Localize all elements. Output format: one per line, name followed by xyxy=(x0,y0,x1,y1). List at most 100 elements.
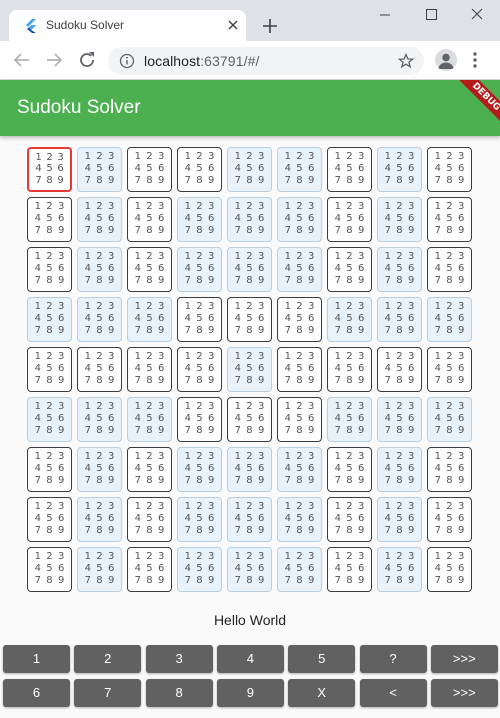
sudoku-cell-r7-c7[interactable]: 123 456 789 xyxy=(327,447,372,492)
sudoku-cell-r3-c7[interactable]: 123 456 789 xyxy=(327,247,372,292)
key-1-button[interactable]: 1 xyxy=(3,645,70,673)
bookmark-star-icon[interactable] xyxy=(398,53,414,69)
sudoku-cell-r6-c3[interactable]: 123 456 789 xyxy=(127,397,172,442)
sudoku-cell-r5-c8[interactable]: 123 456 789 xyxy=(377,347,422,392)
sudoku-cell-r7-c8[interactable]: 123 456 789 xyxy=(377,447,422,492)
key-8-button[interactable]: 8 xyxy=(145,679,213,707)
sudoku-cell-r1-c6[interactable]: 123 456 789 xyxy=(277,147,322,192)
sudoku-cell-r8-c2[interactable]: 123 456 789 xyxy=(77,497,122,542)
sudoku-cell-r2-c6[interactable]: 123 456 789 xyxy=(277,197,322,242)
new-tab-icon[interactable] xyxy=(258,14,282,38)
sudoku-cell-r3-c9[interactable]: 123 456 789 xyxy=(427,247,472,292)
sudoku-cell-r9-c9[interactable]: 123 456 789 xyxy=(427,547,472,592)
sudoku-cell-r9-c1[interactable]: 123 456 789 xyxy=(27,547,72,592)
sudoku-cell-r8-c1[interactable]: 123 456 789 xyxy=(27,497,72,542)
sudoku-cell-r7-c1[interactable]: 123 456 789 xyxy=(27,447,72,492)
sudoku-cell-r4-c8[interactable]: 123 456 789 xyxy=(377,297,422,342)
sudoku-cell-r9-c5[interactable]: 123 456 789 xyxy=(227,547,272,592)
sudoku-cell-r2-c9[interactable]: 123 456 789 xyxy=(427,197,472,242)
info-icon[interactable] xyxy=(119,53,135,69)
sudoku-cell-r7-c5[interactable]: 123 456 789 xyxy=(227,447,272,492)
browser-tab[interactable]: Sudoku Solver xyxy=(9,10,246,41)
sudoku-cell-r9-c4[interactable]: 123 456 789 xyxy=(177,547,222,592)
sudoku-cell-r3-c4[interactable]: 123 456 789 xyxy=(177,247,222,292)
sudoku-cell-r8-c4[interactable]: 123 456 789 xyxy=(177,497,222,542)
sudoku-cell-r1-c4[interactable]: 123 456 789 xyxy=(177,147,222,192)
sudoku-cell-r1-c9[interactable]: 123 456 789 xyxy=(427,147,472,192)
sudoku-cell-r4-c4[interactable]: 123 456 789 xyxy=(177,297,222,342)
sudoku-cell-r6-c9[interactable]: 123 456 789 xyxy=(427,397,472,442)
sudoku-cell-r3-c1[interactable]: 123 456 789 xyxy=(27,247,72,292)
reload-icon[interactable] xyxy=(75,48,99,72)
sudoku-cell-r1-c3[interactable]: 123 456 789 xyxy=(127,147,172,192)
sudoku-cell-r4-c3[interactable]: 123 456 789 xyxy=(127,297,172,342)
key-2-button[interactable]: 2 xyxy=(74,645,142,673)
key-next-button[interactable]: >>> xyxy=(430,645,498,673)
window-close-icon[interactable] xyxy=(454,0,500,30)
key-next-button[interactable]: >>> xyxy=(430,679,498,707)
forward-icon[interactable] xyxy=(42,48,66,72)
key-clear-button[interactable]: X xyxy=(288,679,356,707)
sudoku-cell-r4-c6[interactable]: 123 456 789 xyxy=(277,297,322,342)
sudoku-cell-r6-c4[interactable]: 123 456 789 xyxy=(177,397,222,442)
sudoku-cell-r4-c2[interactable]: 123 456 789 xyxy=(77,297,122,342)
address-bar[interactable]: localhost:63791/#/ xyxy=(108,47,424,75)
sudoku-cell-r7-c3[interactable]: 123 456 789 xyxy=(127,447,172,492)
key-7-button[interactable]: 7 xyxy=(74,679,142,707)
key-9-button[interactable]: 9 xyxy=(216,679,284,707)
sudoku-cell-r9-c7[interactable]: 123 456 789 xyxy=(327,547,372,592)
sudoku-cell-r5-c6[interactable]: 123 456 789 xyxy=(277,347,322,392)
sudoku-cell-r3-c6[interactable]: 123 456 789 xyxy=(277,247,322,292)
sudoku-cell-r1-c8[interactable]: 123 456 789 xyxy=(377,147,422,192)
key-5-button[interactable]: 5 xyxy=(288,645,356,673)
sudoku-cell-r9-c3[interactable]: 123 456 789 xyxy=(127,547,172,592)
sudoku-cell-r2-c1[interactable]: 123 456 789 xyxy=(27,197,72,242)
sudoku-cell-r2-c7[interactable]: 123 456 789 xyxy=(327,197,372,242)
sudoku-cell-r8-c8[interactable]: 123 456 789 xyxy=(377,497,422,542)
key-3-button[interactable]: 3 xyxy=(145,645,213,673)
sudoku-cell-r4-c9[interactable]: 123 456 789 xyxy=(427,297,472,342)
sudoku-cell-r1-c2[interactable]: 123 456 789 xyxy=(77,147,122,192)
profile-avatar-icon[interactable] xyxy=(435,49,457,71)
sudoku-cell-r7-c2[interactable]: 123 456 789 xyxy=(77,447,122,492)
sudoku-cell-r6-c7[interactable]: 123 456 789 xyxy=(327,397,372,442)
sudoku-cell-r7-c9[interactable]: 123 456 789 xyxy=(427,447,472,492)
sudoku-cell-r5-c9[interactable]: 123 456 789 xyxy=(427,347,472,392)
sudoku-cell-r1-c5[interactable]: 123 456 789 xyxy=(227,147,272,192)
more-menu-icon[interactable] xyxy=(466,49,484,71)
sudoku-cell-r7-c6[interactable]: 123 456 789 xyxy=(277,447,322,492)
sudoku-cell-r4-c7[interactable]: 123 456 789 xyxy=(327,297,372,342)
sudoku-cell-r7-c4[interactable]: 123 456 789 xyxy=(177,447,222,492)
sudoku-cell-r3-c5[interactable]: 123 456 789 xyxy=(227,247,272,292)
sudoku-cell-r2-c8[interactable]: 123 456 789 xyxy=(377,197,422,242)
sudoku-cell-r5-c1[interactable]: 123 456 789 xyxy=(27,347,72,392)
key-hint-button[interactable]: ? xyxy=(359,645,427,673)
sudoku-cell-r3-c2[interactable]: 123 456 789 xyxy=(77,247,122,292)
sudoku-cell-r3-c8[interactable]: 123 456 789 xyxy=(377,247,422,292)
sudoku-cell-r6-c1[interactable]: 123 456 789 xyxy=(27,397,72,442)
sudoku-cell-r6-c5[interactable]: 123 456 789 xyxy=(227,397,272,442)
sudoku-cell-r2-c5[interactable]: 123 456 789 xyxy=(227,197,272,242)
key-back-button[interactable]: < xyxy=(359,679,427,707)
sudoku-cell-r5-c2[interactable]: 123 456 789 xyxy=(77,347,122,392)
sudoku-cell-r2-c4[interactable]: 123 456 789 xyxy=(177,197,222,242)
sudoku-cell-r9-c8[interactable]: 123 456 789 xyxy=(377,547,422,592)
sudoku-cell-r8-c9[interactable]: 123 456 789 xyxy=(427,497,472,542)
minimize-icon[interactable] xyxy=(362,0,408,30)
sudoku-cell-r9-c6[interactable]: 123 456 789 xyxy=(277,547,322,592)
sudoku-cell-r5-c4[interactable]: 123 456 789 xyxy=(177,347,222,392)
sudoku-cell-r9-c2[interactable]: 123 456 789 xyxy=(77,547,122,592)
sudoku-cell-r2-c3[interactable]: 123 456 789 xyxy=(127,197,172,242)
sudoku-cell-r1-c1[interactable]: 123 456 789 xyxy=(27,147,72,192)
key-6-button[interactable]: 6 xyxy=(3,679,70,707)
sudoku-cell-r4-c1[interactable]: 123 456 789 xyxy=(27,297,72,342)
sudoku-cell-r6-c8[interactable]: 123 456 789 xyxy=(377,397,422,442)
sudoku-cell-r1-c7[interactable]: 123 456 789 xyxy=(327,147,372,192)
sudoku-cell-r5-c5[interactable]: 123 456 789 xyxy=(227,347,272,392)
key-4-button[interactable]: 4 xyxy=(216,645,284,673)
maximize-icon[interactable] xyxy=(408,0,454,30)
sudoku-cell-r5-c7[interactable]: 123 456 789 xyxy=(327,347,372,392)
sudoku-cell-r8-c7[interactable]: 123 456 789 xyxy=(327,497,372,542)
sudoku-cell-r8-c3[interactable]: 123 456 789 xyxy=(127,497,172,542)
sudoku-cell-r8-c5[interactable]: 123 456 789 xyxy=(227,497,272,542)
